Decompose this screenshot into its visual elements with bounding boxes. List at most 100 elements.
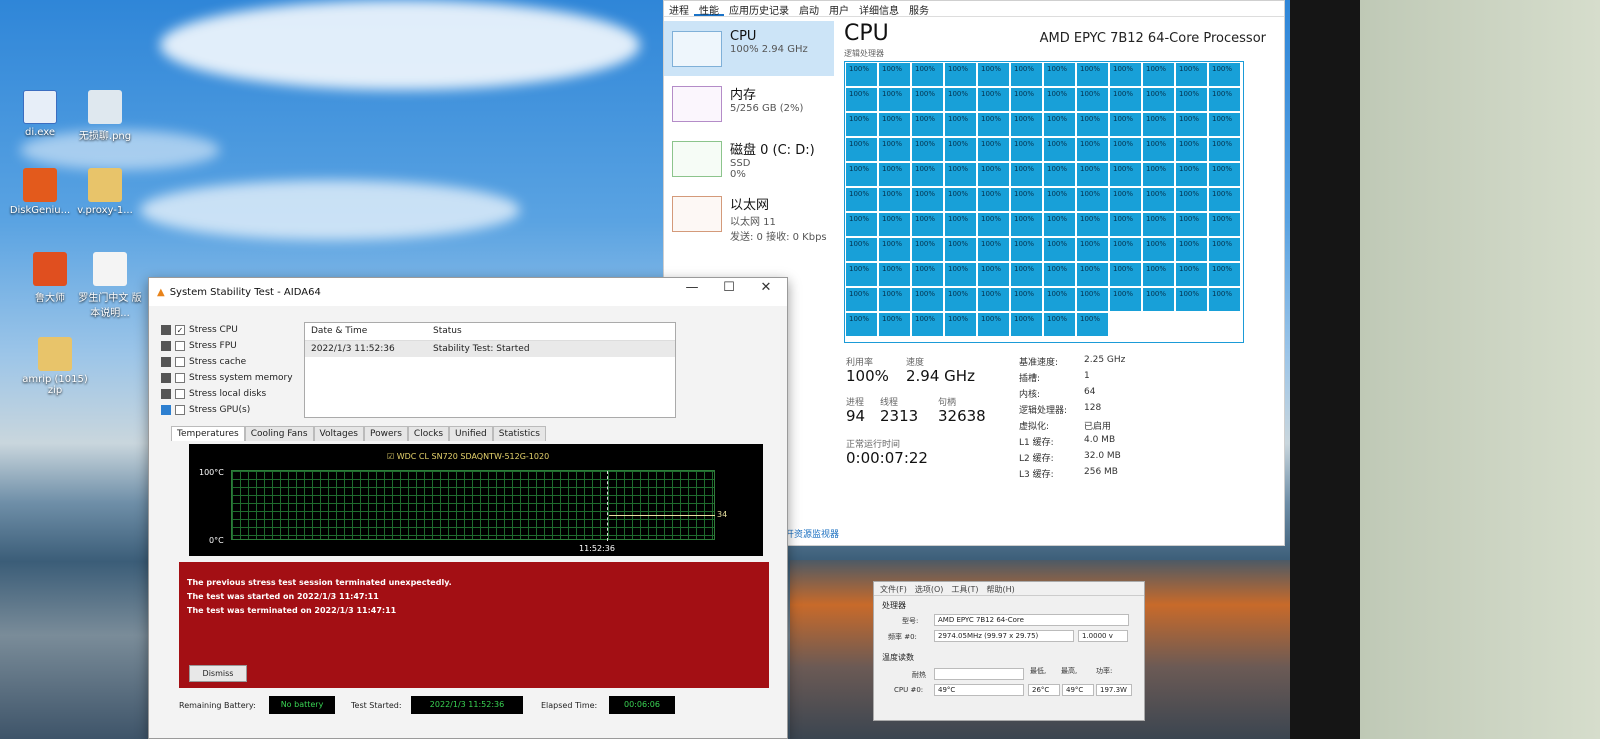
background-wall: [1360, 0, 1600, 739]
stress-option-label: Stress system memory: [189, 373, 293, 383]
desktop-icon-label: v.proxy-1...: [77, 205, 133, 216]
logical-processor-cell: 100%: [977, 87, 1010, 112]
logical-processor-cell: 100%: [977, 137, 1010, 162]
logical-processor-cell: 100%: [1175, 162, 1208, 187]
sidebar-item-detail: 以太网 11: [730, 217, 776, 228]
tab-powers[interactable]: Powers: [364, 426, 408, 441]
logical-processor-cell: 100%: [878, 62, 911, 87]
tab-voltages[interactable]: Voltages: [313, 426, 364, 441]
tab-details[interactable]: 详细信息: [854, 1, 904, 17]
desktop-icon[interactable]: 罗生门中文 版本说明...: [75, 252, 145, 319]
tab-app-history[interactable]: 应用历史记录: [724, 1, 794, 17]
checkbox[interactable]: [175, 405, 185, 415]
logical-processor-cell: 100%: [1010, 137, 1043, 162]
desktop-icon-label: di.exe: [24, 127, 56, 138]
logical-processor-cell: 100%: [1109, 287, 1142, 312]
logical-processor-cell: 100%: [977, 162, 1010, 187]
logical-processor-cell: 100%: [1208, 162, 1241, 187]
graph-device[interactable]: ☑ WDC CL SN720 SDAQNTW-512G-1020: [387, 452, 549, 461]
menu-help[interactable]: 帮助(H): [987, 584, 1015, 594]
sidebar-item-memory[interactable]: 内存 5/256 GB (2%): [664, 76, 834, 131]
logical-processor-cell: 100%: [1076, 287, 1109, 312]
zip-folder-icon: [38, 337, 72, 371]
column-header[interactable]: Status: [427, 323, 468, 340]
maximize-icon[interactable]: ☐: [714, 280, 744, 295]
tab-startup[interactable]: 启动: [794, 1, 824, 17]
desktop-icon[interactable]: DiskGeniu...: [5, 168, 75, 216]
logical-processor-cell: 100%: [1109, 262, 1142, 287]
app-icon: [23, 90, 57, 124]
close-icon[interactable]: ✕: [751, 280, 781, 295]
sidebar-item-cpu[interactable]: CPU 100% 2.94 GHz: [664, 21, 834, 76]
stress-option[interactable]: Stress local disks: [161, 386, 293, 402]
graph-grid: [231, 470, 715, 541]
tab-clocks[interactable]: Clocks: [407, 426, 450, 441]
logical-processor-cell: 100%: [1208, 287, 1241, 312]
dismiss-button[interactable]: Dismiss: [189, 665, 247, 682]
logical-processor-cell: 100%: [911, 187, 944, 212]
logical-processor-cell: 100%: [1208, 137, 1241, 162]
table-row[interactable]: 2022/1/3 11:52:36 Stability Test: Starte…: [305, 341, 675, 357]
detail-value: 1: [1084, 371, 1090, 381]
temperature-graph: ☑ WDC CL SN720 SDAQNTW-512G-1020 100°C 0…: [189, 444, 763, 556]
elapsed-value: 00:06:06: [609, 696, 675, 714]
menu-file[interactable]: 文件(F): [880, 584, 907, 594]
logical-processor-cell: 100%: [1208, 87, 1241, 112]
menu-tools[interactable]: 工具(T): [951, 584, 978, 594]
tab-services[interactable]: 服务: [904, 1, 934, 17]
logical-processor-cell: 100%: [1109, 112, 1142, 137]
window-title: System Stability Test - AIDA64: [169, 286, 321, 298]
desktop-icon[interactable]: amrip (1015) zip: [20, 337, 90, 396]
logical-processor-cell: 100%: [1175, 137, 1208, 162]
sidebar-item-ethernet[interactable]: 以太网 以太网 11 发送: 0 接收: 0 Kbps: [664, 186, 834, 243]
detail-key: 基准速度:: [1019, 358, 1059, 368]
checkbox[interactable]: [175, 357, 185, 367]
handles-value: 32638: [938, 407, 986, 425]
tab-unified[interactable]: Unified: [449, 426, 493, 441]
uptime-value: 0:00:07:22: [846, 449, 928, 467]
stress-option[interactable]: Stress system memory: [161, 370, 293, 386]
menu-options[interactable]: 选项(O): [915, 584, 944, 594]
logical-processor-cell: 100%: [1010, 237, 1043, 262]
logical-processor-cell: 100%: [1043, 237, 1076, 262]
logical-processor-cell: 100%: [1076, 212, 1109, 237]
logical-processor-cell: 100%: [944, 162, 977, 187]
tab-performance[interactable]: 性能: [694, 1, 724, 17]
checkbox[interactable]: [175, 389, 185, 399]
logical-processor-cell: 100%: [911, 62, 944, 87]
logical-processor-cell: 100%: [1076, 87, 1109, 112]
logical-processor-cell: 100%: [1175, 262, 1208, 287]
logical-processor-cell: 100%: [1175, 112, 1208, 137]
tab-temperatures[interactable]: Temperatures: [171, 426, 245, 441]
logical-processor-cell: 100%: [1109, 212, 1142, 237]
checkbox[interactable]: ✓: [175, 325, 185, 335]
stress-option[interactable]: Stress FPU: [161, 338, 293, 354]
logical-processor-cell: 100%: [845, 162, 878, 187]
desktop-icon[interactable]: v.proxy-1...: [70, 168, 140, 216]
tab-users[interactable]: 用户: [824, 1, 854, 17]
test-started-label: Test Started:: [351, 701, 402, 710]
stress-option[interactable]: Stress GPU(s): [161, 402, 293, 418]
logical-processor-cell: 100%: [1142, 112, 1175, 137]
checkbox[interactable]: [175, 341, 185, 351]
stress-option-label: Stress local disks: [189, 389, 267, 399]
logical-processor-cell: 100%: [878, 237, 911, 262]
heat-label: 耐热: [912, 671, 926, 679]
tab-cooling-fans[interactable]: Cooling Fans: [244, 426, 314, 441]
checkbox[interactable]: [175, 373, 185, 383]
logical-processor-cell: 100%: [1010, 187, 1043, 212]
min-temp-field: 26°C: [1028, 684, 1060, 696]
logical-processor-cell: 100%: [878, 312, 911, 337]
desktop-icon[interactable]: di.exe: [5, 90, 75, 138]
logical-processor-cell: 100%: [1142, 162, 1175, 187]
sidebar-item-disk[interactable]: 磁盘 0 (C: D:) SSD 0%: [664, 131, 834, 186]
tab-processes[interactable]: 进程: [664, 1, 694, 17]
tab-statistics[interactable]: Statistics: [492, 426, 546, 441]
stress-option[interactable]: ✓ Stress CPU: [161, 322, 293, 338]
minimize-icon[interactable]: —: [677, 280, 707, 295]
desktop-icon[interactable]: 无损聊.png: [70, 90, 140, 142]
stress-option[interactable]: Stress cache: [161, 354, 293, 370]
logical-processor-cell: 100%: [977, 312, 1010, 337]
column-header[interactable]: Date & Time: [305, 323, 427, 340]
desktop-icon-label: 无损聊.png: [78, 131, 132, 142]
